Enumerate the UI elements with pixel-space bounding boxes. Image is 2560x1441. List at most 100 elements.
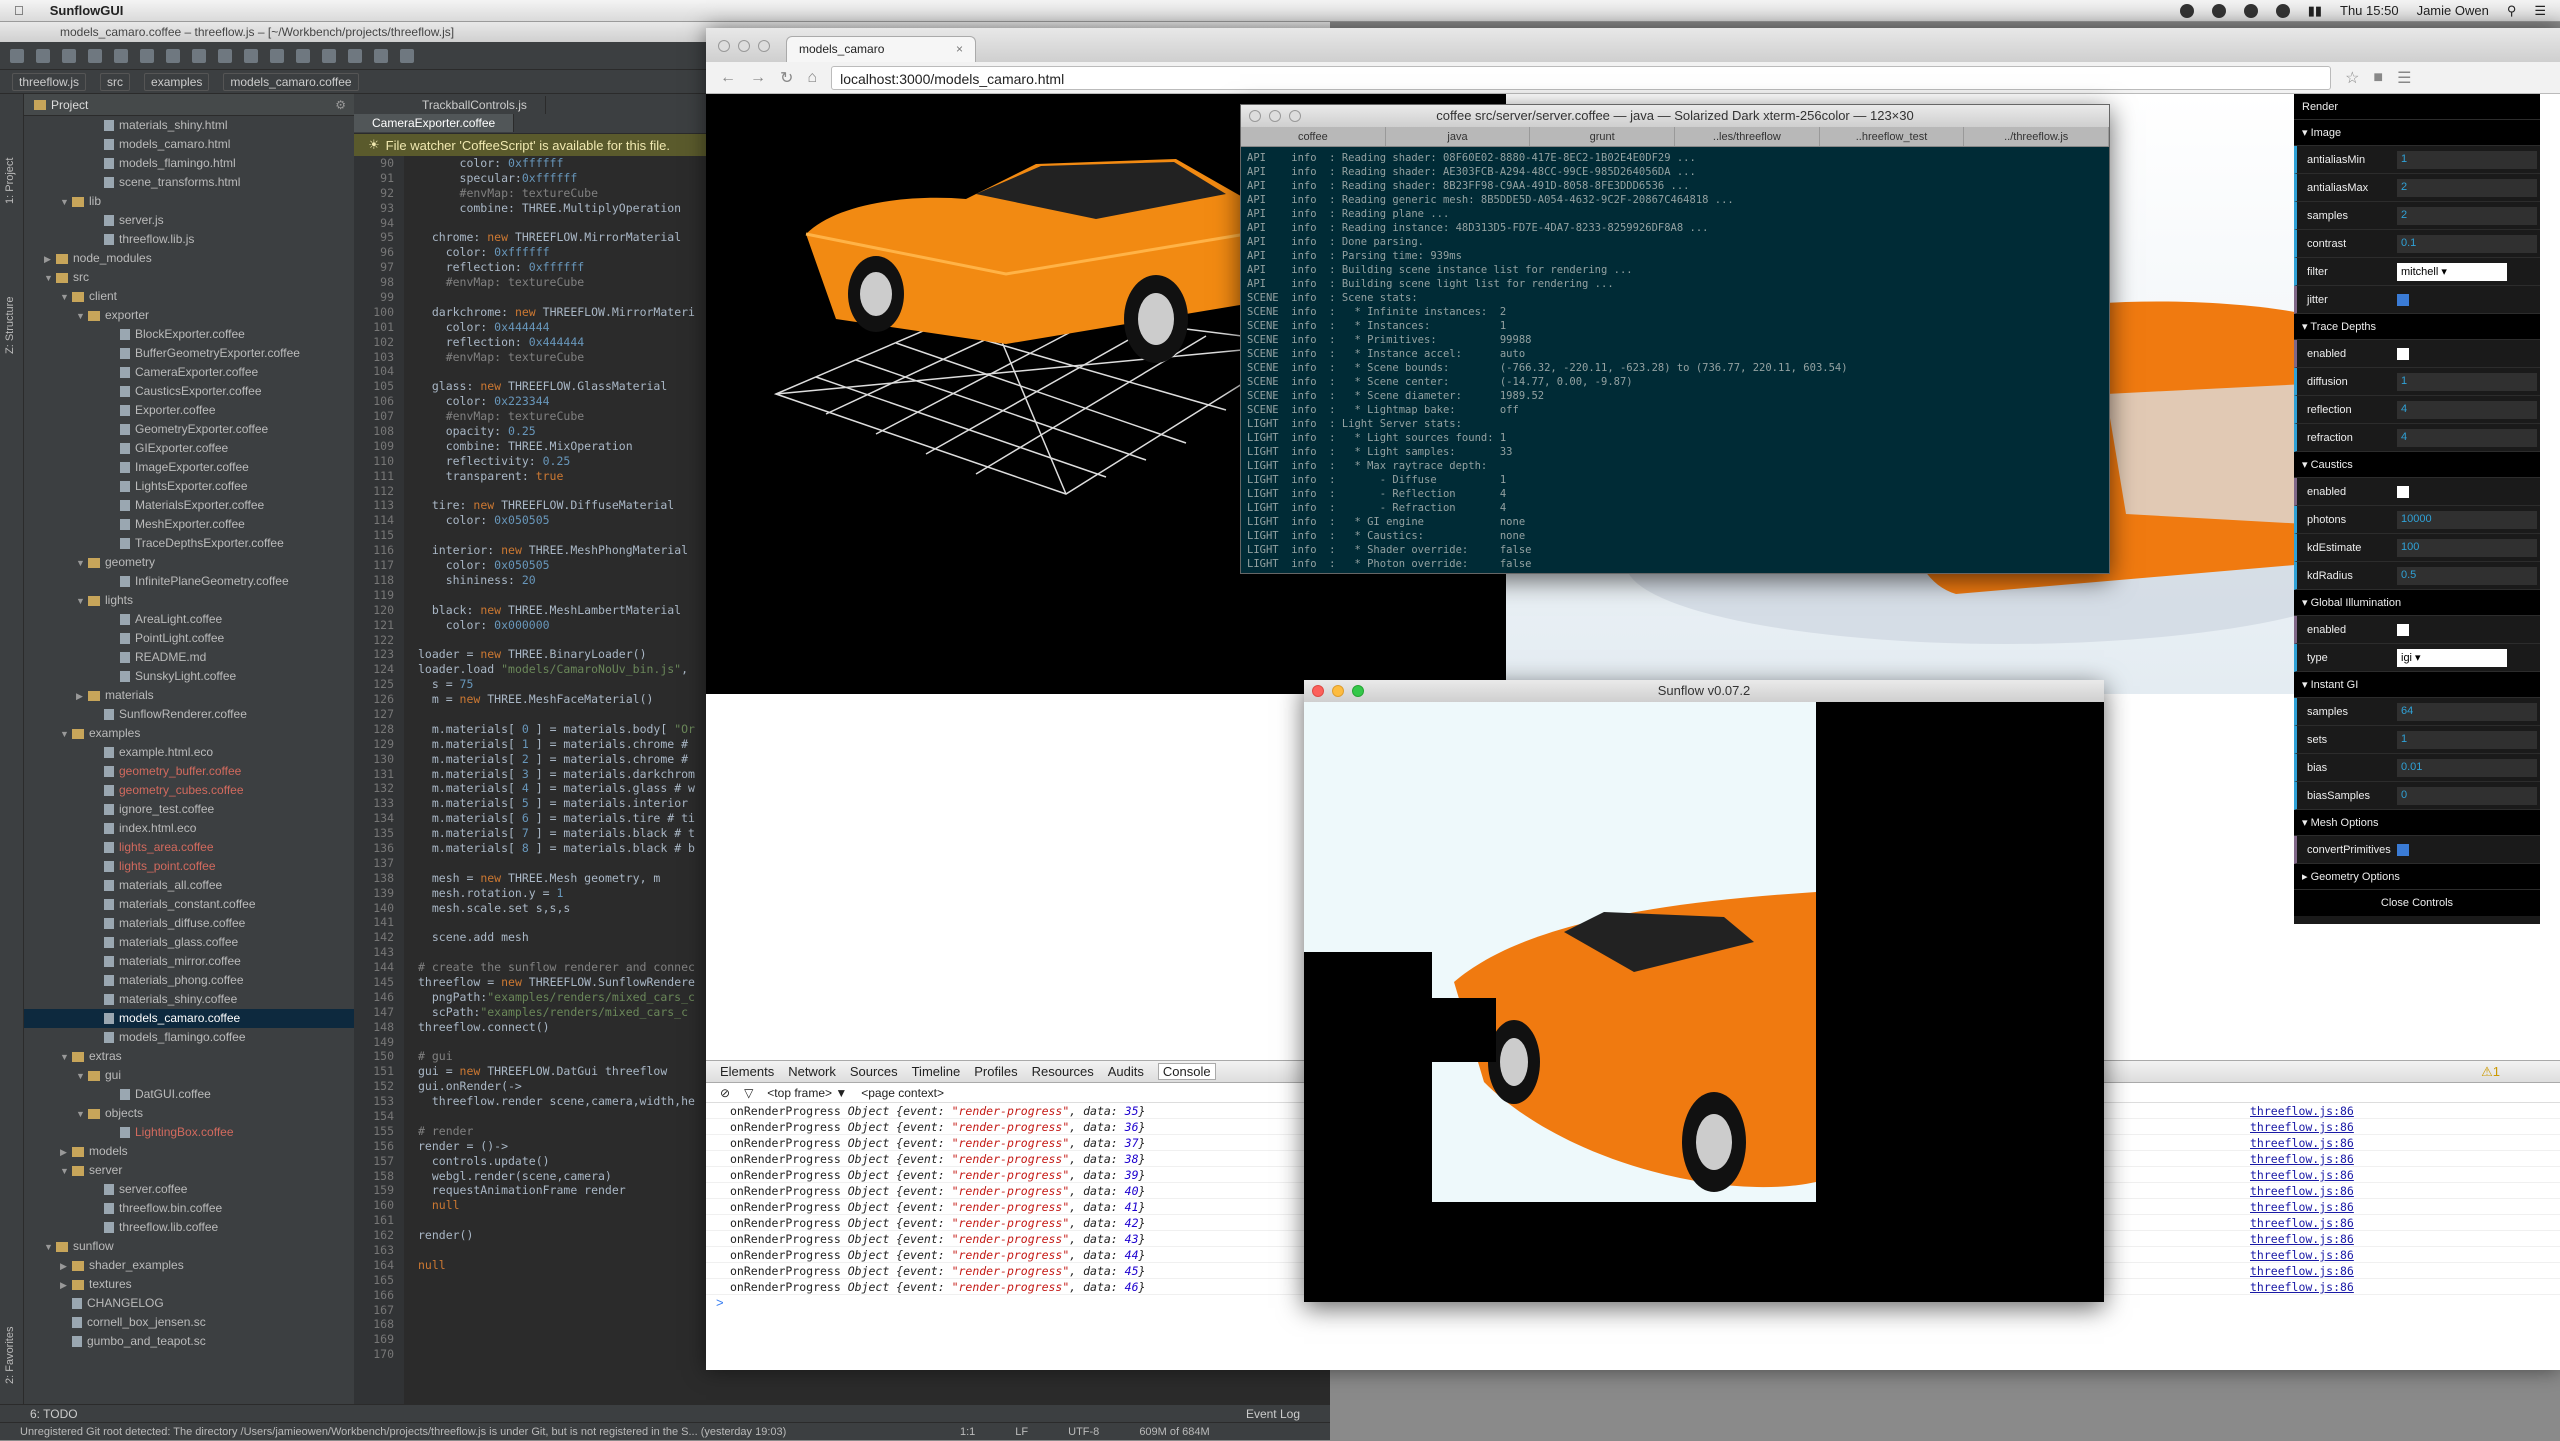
tree-item[interactable]: ▼ geometry (24, 553, 354, 572)
console-source-link[interactable]: threeflow.js:86 (2250, 1167, 2354, 1182)
disclosure-icon[interactable]: ▶ (60, 1143, 72, 1162)
tree-item[interactable]: models_flamingo.html (24, 154, 354, 173)
gui-folder[interactable]: ▾ Instant GI (2294, 672, 2540, 698)
tree-item[interactable]: cornell_box_jensen.sc (24, 1313, 354, 1332)
tree-item[interactable]: materials_constant.coffee (24, 895, 354, 914)
gui-select[interactable]: igi ▾ (2397, 648, 2507, 667)
minimize-button[interactable] (1332, 685, 1344, 697)
tree-item[interactable]: BlockExporter.coffee (24, 325, 354, 344)
dropbox-icon[interactable] (2179, 3, 2194, 18)
menu-icon[interactable]: ☰ (2397, 68, 2411, 88)
close-tab-icon[interactable]: × (956, 42, 963, 56)
disclosure-icon[interactable]: ▼ (76, 554, 88, 573)
disclosure-icon[interactable]: ▼ (60, 1162, 72, 1181)
reload-icon[interactable]: ↻ (780, 68, 793, 88)
tree-item[interactable]: materials_shiny.html (24, 116, 354, 135)
tree-item[interactable]: GeometryExporter.coffee (24, 420, 354, 439)
tree-item[interactable]: InfinitePlaneGeometry.coffee (24, 572, 354, 591)
tree-item[interactable]: threeflow.lib.js (24, 230, 354, 249)
gui-number-input[interactable]: 0 (2397, 786, 2537, 805)
tree-item[interactable]: materials_glass.coffee (24, 933, 354, 952)
tree-item[interactable]: CausticsExporter.coffee (24, 382, 354, 401)
breadcrumb-item[interactable]: models_camaro.coffee (223, 72, 359, 91)
disclosure-icon[interactable]: ▼ (76, 1067, 88, 1086)
tree-item[interactable]: ▶ materials (24, 686, 354, 705)
tree-item[interactable]: models_camaro.html (24, 135, 354, 154)
gui-select[interactable]: mitchell ▾ (2397, 262, 2507, 281)
close-button[interactable] (1249, 110, 1261, 122)
gui-number-input[interactable]: 4 (2397, 428, 2537, 447)
breadcrumb-item[interactable]: threeflow.js (12, 72, 87, 91)
bookmark-star-icon[interactable]: ☆ (2345, 68, 2359, 88)
cloud-icon[interactable] (2211, 3, 2226, 18)
devtools-tab-resources[interactable]: Resources (1032, 1064, 1094, 1079)
wifi-icon[interactable] (2243, 3, 2258, 18)
url-input[interactable]: localhost:3000/models_camaro.html (831, 65, 2332, 90)
terminal-tab[interactable]: ..hreeflow_test (1820, 127, 1965, 146)
tree-item[interactable]: ignore_test.coffee (24, 800, 354, 819)
zoom-button[interactable] (1352, 685, 1364, 697)
notification-icon[interactable]: ☰ (2534, 3, 2546, 19)
gui-number-input[interactable]: 2 (2397, 178, 2537, 197)
open-icon[interactable] (10, 48, 24, 63)
status-message[interactable]: Unregistered Git root detected: The dire… (20, 1426, 920, 1438)
gui-number-input[interactable]: 0.01 (2397, 758, 2537, 777)
disclosure-icon[interactable]: ▶ (60, 1276, 72, 1295)
tree-item[interactable]: SunskyLight.coffee (24, 667, 354, 686)
terminal-tab[interactable]: java (1386, 127, 1531, 146)
devtools-tab-sources[interactable]: Sources (850, 1064, 898, 1079)
tree-item[interactable]: CHANGELOG (24, 1294, 354, 1313)
gui-folder[interactable]: ▸ Geometry Options (2294, 864, 2540, 890)
tree-item[interactable]: server.js (24, 211, 354, 230)
disclosure-icon[interactable]: ▼ (44, 269, 56, 288)
gui-number-input[interactable]: 2 (2397, 206, 2537, 225)
tree-item[interactable]: threeflow.lib.coffee (24, 1218, 354, 1237)
paste-icon[interactable] (192, 48, 206, 63)
tree-item[interactable]: scene_transforms.html (24, 173, 354, 192)
gui-number-input[interactable]: 100 (2397, 538, 2537, 557)
devtools-tab-audits[interactable]: Audits (1108, 1064, 1144, 1079)
terminal-tab[interactable]: grunt (1530, 127, 1676, 146)
tree-item[interactable]: README.md (24, 648, 354, 667)
forward-arrow-icon[interactable]: → (750, 69, 766, 87)
console-source-link[interactable]: threeflow.js:86 (2250, 1215, 2354, 1230)
tree-item[interactable]: ▼ gui (24, 1066, 354, 1085)
help-icon[interactable] (400, 48, 414, 63)
devtools-tab-elements[interactable]: Elements (720, 1064, 774, 1079)
cut-icon[interactable] (140, 48, 154, 63)
gui-folder[interactable]: ▾ Mesh Options (2294, 810, 2540, 836)
sync-icon[interactable] (62, 48, 76, 63)
tree-item[interactable]: index.html.eco (24, 819, 354, 838)
gui-folder[interactable]: ▾ Trace Depths (2294, 314, 2540, 340)
settings-icon[interactable] (374, 48, 388, 63)
devtools-tab-profiles[interactable]: Profiles (974, 1064, 1017, 1079)
tree-item[interactable]: ▼ src (24, 268, 354, 287)
tree-item[interactable]: BufferGeometryExporter.coffee (24, 344, 354, 363)
minimize-button[interactable] (1269, 110, 1281, 122)
gui-number-input[interactable]: 4 (2397, 400, 2537, 419)
tree-item[interactable]: materials_phong.coffee (24, 971, 354, 990)
home-icon[interactable]: ⌂ (807, 69, 817, 87)
user-name[interactable]: Jamie Owen (2417, 3, 2489, 18)
tree-item[interactable]: ▼ lib (24, 192, 354, 211)
tree-item[interactable]: gumbo_and_teapot.sc (24, 1332, 354, 1351)
zoom-button[interactable] (1289, 110, 1301, 122)
breadcrumb-item[interactable]: examples (144, 72, 210, 91)
gui-number-input[interactable]: 10000 (2397, 510, 2537, 529)
tree-item[interactable]: server.coffee (24, 1180, 354, 1199)
debug-icon[interactable] (348, 48, 362, 63)
tree-item[interactable]: ▼ client (24, 287, 354, 306)
tree-item[interactable]: ▶ textures (24, 1275, 354, 1294)
back-arrow-icon[interactable]: ← (720, 69, 736, 87)
app-menu[interactable]: SunflowGUI (50, 3, 124, 18)
apple-icon[interactable]:  (14, 3, 24, 18)
console-source-link[interactable]: threeflow.js:86 (2250, 1263, 2354, 1278)
tree-item[interactable]: CameraExporter.coffee (24, 363, 354, 382)
tree-item[interactable]: geometry_buffer.coffee (24, 762, 354, 781)
clear-console-icon[interactable]: ⊘ (720, 1086, 730, 1100)
browser-tab[interactable]: models_camaro × (786, 36, 976, 62)
console-source-link[interactable]: threeflow.js:86 (2250, 1199, 2354, 1214)
volume-icon[interactable] (2275, 3, 2290, 18)
terminal-output[interactable]: API info : Reading shader: 08F60E02-8880… (1241, 147, 2109, 573)
structure-tool-tab[interactable]: Z: Structure (4, 297, 16, 354)
